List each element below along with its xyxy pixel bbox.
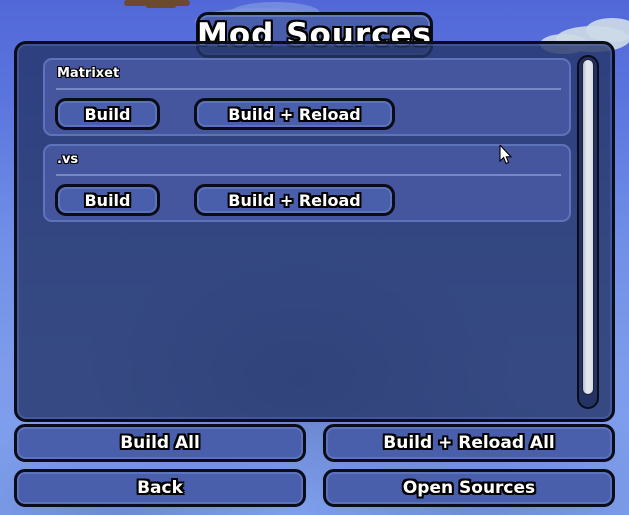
game-screen: Mod Sources Matrixet Build Build + Reloa… [0,0,629,515]
divider [56,174,561,176]
open-sources-label: Open Sources [402,478,536,498]
build-reload-button[interactable]: Build + Reload [194,98,395,130]
build-button[interactable]: Build [55,184,160,216]
build-button-label: Build [84,190,131,210]
open-sources-button[interactable]: Open Sources [323,469,615,507]
list-item[interactable]: .vs Build Build + Reload [43,144,571,222]
divider [56,88,561,90]
build-all-label: Build All [120,433,200,453]
back-button[interactable]: Back [14,469,306,507]
build-button[interactable]: Build [55,98,160,130]
mod-source-name: Matrixet [57,66,120,81]
build-all-button[interactable]: Build All [14,424,306,462]
back-label: Back [137,478,183,498]
row-actions: Build Build + Reload [55,184,395,216]
build-reload-all-button[interactable]: Build + Reload All [323,424,615,462]
footer-actions: Build All Build + Reload All Back Open S… [14,424,615,512]
mod-sources-list: Matrixet Build Build + Reload .vs Build … [29,54,580,409]
cloud-decoration [586,18,629,42]
mod-sources-panel: Matrixet Build Build + Reload .vs Build … [14,41,615,422]
scrollbar-thumb[interactable] [582,59,594,395]
list-item[interactable]: Matrixet Build Build + Reload [43,58,571,136]
build-reload-button-label: Build + Reload [228,104,361,124]
build-button-label: Build [84,104,131,124]
build-reload-button-label: Build + Reload [228,190,361,210]
bird-decoration [146,4,176,8]
row-actions: Build Build + Reload [55,98,395,130]
mod-source-name: .vs [57,152,79,167]
vertical-scrollbar[interactable] [577,55,599,409]
build-reload-button[interactable]: Build + Reload [194,184,395,216]
build-reload-all-label: Build + Reload All [383,433,555,453]
